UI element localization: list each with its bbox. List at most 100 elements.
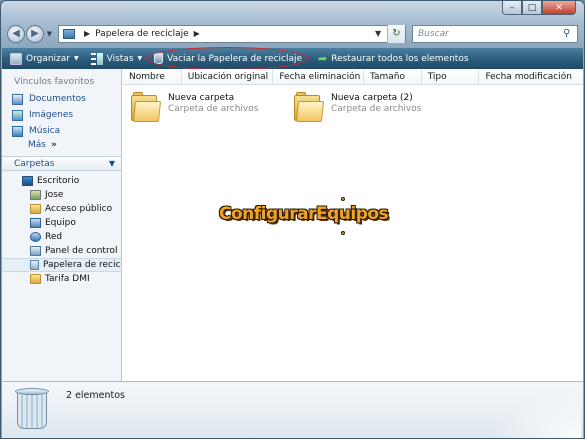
network-icon: [30, 232, 41, 242]
breadcrumb-separator-icon[interactable]: ▶: [84, 29, 90, 38]
back-button[interactable]: ◀: [7, 24, 25, 43]
folder-icon: [30, 204, 41, 214]
desktop-icon: [22, 176, 33, 186]
computer-icon: [30, 218, 41, 228]
recycle-bin-icon: [30, 260, 39, 270]
tree-item-escritorio[interactable]: Escritorio: [2, 174, 121, 188]
restore-arrow-icon: ➦: [318, 52, 328, 65]
maximize-button[interactable]: □: [522, 1, 542, 15]
column-header-nombre[interactable]: Nombre: [123, 69, 182, 84]
views-label: Vistas: [106, 53, 134, 64]
breadcrumb-chevron-icon[interactable]: ▶: [194, 29, 200, 38]
tree-item-label: Acceso público: [45, 204, 113, 214]
history-dropdown-button[interactable]: ▼: [45, 30, 54, 38]
refresh-icon: ↻: [392, 28, 401, 39]
file-list-pane: Nombre Ubicación original Fecha eliminac…: [123, 69, 583, 381]
tree-item-tarifa-dmi[interactable]: Tarifa DMI: [2, 272, 121, 286]
favorites-heading: Vínculos favoritos: [14, 77, 95, 87]
search-placeholder: Buscar: [418, 28, 449, 39]
folder-icon: [294, 92, 325, 122]
column-header-fecha-eliminacion[interactable]: Fecha eliminación: [273, 69, 364, 84]
documents-icon: [12, 93, 23, 105]
file-item[interactable]: Nueva carpeta Carpeta de archivos: [131, 90, 258, 122]
views-icon: [90, 52, 103, 65]
user-folder-icon: [30, 190, 41, 200]
tree-item-label: Equipo: [45, 218, 76, 228]
folder-icon: [131, 92, 162, 122]
watermark-dot: [341, 197, 345, 201]
minimize-button[interactable]: –: [502, 1, 522, 15]
empty-recycle-bin-button[interactable]: Vaciar la Papelera de reciclaje: [146, 47, 310, 70]
file-item-name: Nueva carpeta: [168, 93, 235, 103]
address-dropdown-icon[interactable]: ▼: [375, 29, 387, 38]
decorative-swirl: [491, 388, 581, 438]
file-item[interactable]: Nueva carpeta (2) Carpeta de archivos: [294, 90, 421, 122]
folder-icon: [30, 274, 41, 284]
close-button[interactable]: ✕: [542, 1, 576, 15]
recycle-bin-large-icon: [14, 386, 50, 430]
restore-all-button[interactable]: ➦ Restaurar todos los elementos: [318, 52, 469, 65]
folders-header[interactable]: Carpetas ▼: [2, 156, 121, 171]
watermark-dot: [341, 231, 345, 235]
favorite-label: Música: [29, 126, 61, 136]
more-label: Más: [28, 140, 46, 150]
highlight-ring: [146, 47, 310, 70]
favorite-label: Documentos: [29, 94, 86, 104]
forward-button[interactable]: ▶: [26, 24, 44, 43]
command-bar: Organizar ▼ Vistas ▼ Vaciar la Papelera …: [2, 47, 583, 70]
watermark-logo: ConfigurarEquipos: [219, 204, 389, 224]
control-panel-icon: [30, 246, 41, 256]
address-row: ◀ ▶ ▼ ▶ Papelera de reciclaje ▶ ▼ ↻ Busc…: [7, 23, 578, 44]
recycle-bin-location-icon: [63, 28, 75, 39]
column-header-ubicacion-original[interactable]: Ubicación original: [182, 69, 274, 84]
column-headers: Nombre Ubicación original Fecha eliminac…: [123, 69, 583, 85]
tree-item-label: Jose: [45, 190, 64, 200]
file-item-type: Carpeta de archivos: [168, 104, 259, 114]
views-button[interactable]: Vistas ▼: [90, 52, 142, 65]
file-item-type: Carpeta de archivos: [331, 104, 422, 114]
refresh-button[interactable]: ↻: [387, 24, 405, 43]
organize-button[interactable]: Organizar ▼: [10, 52, 79, 65]
tree-item-panel-de-control[interactable]: Panel de control: [2, 244, 121, 258]
details-pane: 2 elementos: [2, 381, 583, 438]
favorite-music[interactable]: Música: [2, 123, 121, 139]
favorite-pictures[interactable]: Imágenes: [2, 107, 121, 123]
chevron-down-icon[interactable]: ▼: [109, 159, 121, 168]
column-header-fecha-modificacion[interactable]: Fecha modificación: [479, 69, 583, 84]
address-bar[interactable]: ▶ Papelera de reciclaje ▶ ▼ ↻: [58, 24, 406, 43]
more-favorites-link[interactable]: Más »: [2, 139, 121, 150]
search-input[interactable]: Buscar ⚲: [412, 24, 578, 43]
restore-all-label: Restaurar todos los elementos: [331, 53, 469, 64]
favorite-documents[interactable]: Documentos: [2, 91, 121, 107]
breadcrumb-location[interactable]: Papelera de reciclaje: [95, 29, 189, 39]
explorer-window: – □ ✕ ◀ ▶ ▼ ▶ Papelera de reciclaje ▶ ▼ …: [0, 0, 585, 439]
tree-item-label: Escritorio: [37, 176, 80, 186]
caption-buttons: – □ ✕: [502, 1, 576, 15]
column-header-tamano[interactable]: Tamaño: [364, 69, 422, 84]
tree-item-label: Panel de control: [45, 246, 118, 256]
organize-label: Organizar: [26, 53, 70, 64]
double-chevron-icon: »: [50, 140, 57, 150]
tree-item-label: Tarifa DMI: [45, 274, 90, 284]
file-item-name: Nueva carpeta (2): [331, 93, 413, 103]
tree-item-acceso-publico[interactable]: Acceso público: [2, 202, 121, 216]
tree-item-papelera-de-reciclaje[interactable]: Papelera de reciclaje: [2, 258, 121, 272]
favorite-label: Imágenes: [29, 110, 74, 120]
navigation-pane: Vínculos favoritos Documentos Imágenes M…: [2, 69, 122, 381]
folder-tree: Escritorio Jose Acceso público Equipo Re…: [2, 171, 121, 286]
forward-arrow-icon: ▶: [31, 28, 39, 39]
chevron-down-icon: ▼: [74, 55, 79, 62]
back-arrow-icon: ◀: [12, 28, 20, 39]
column-header-tipo[interactable]: Tipo: [422, 69, 480, 84]
pictures-icon: [12, 109, 23, 121]
item-count: 2 elementos: [66, 390, 125, 401]
music-icon: [12, 125, 23, 137]
tree-item-red[interactable]: Red: [2, 230, 121, 244]
tree-item-jose[interactable]: Jose: [2, 188, 121, 202]
search-icon[interactable]: ⚲: [563, 28, 577, 39]
tree-item-equipo[interactable]: Equipo: [2, 216, 121, 230]
tree-item-label: Red: [45, 232, 63, 242]
content-area: Vínculos favoritos Documentos Imágenes M…: [2, 69, 583, 381]
folders-heading: Carpetas: [14, 158, 55, 169]
tree-item-label: Papelera de reciclaje: [43, 260, 121, 270]
